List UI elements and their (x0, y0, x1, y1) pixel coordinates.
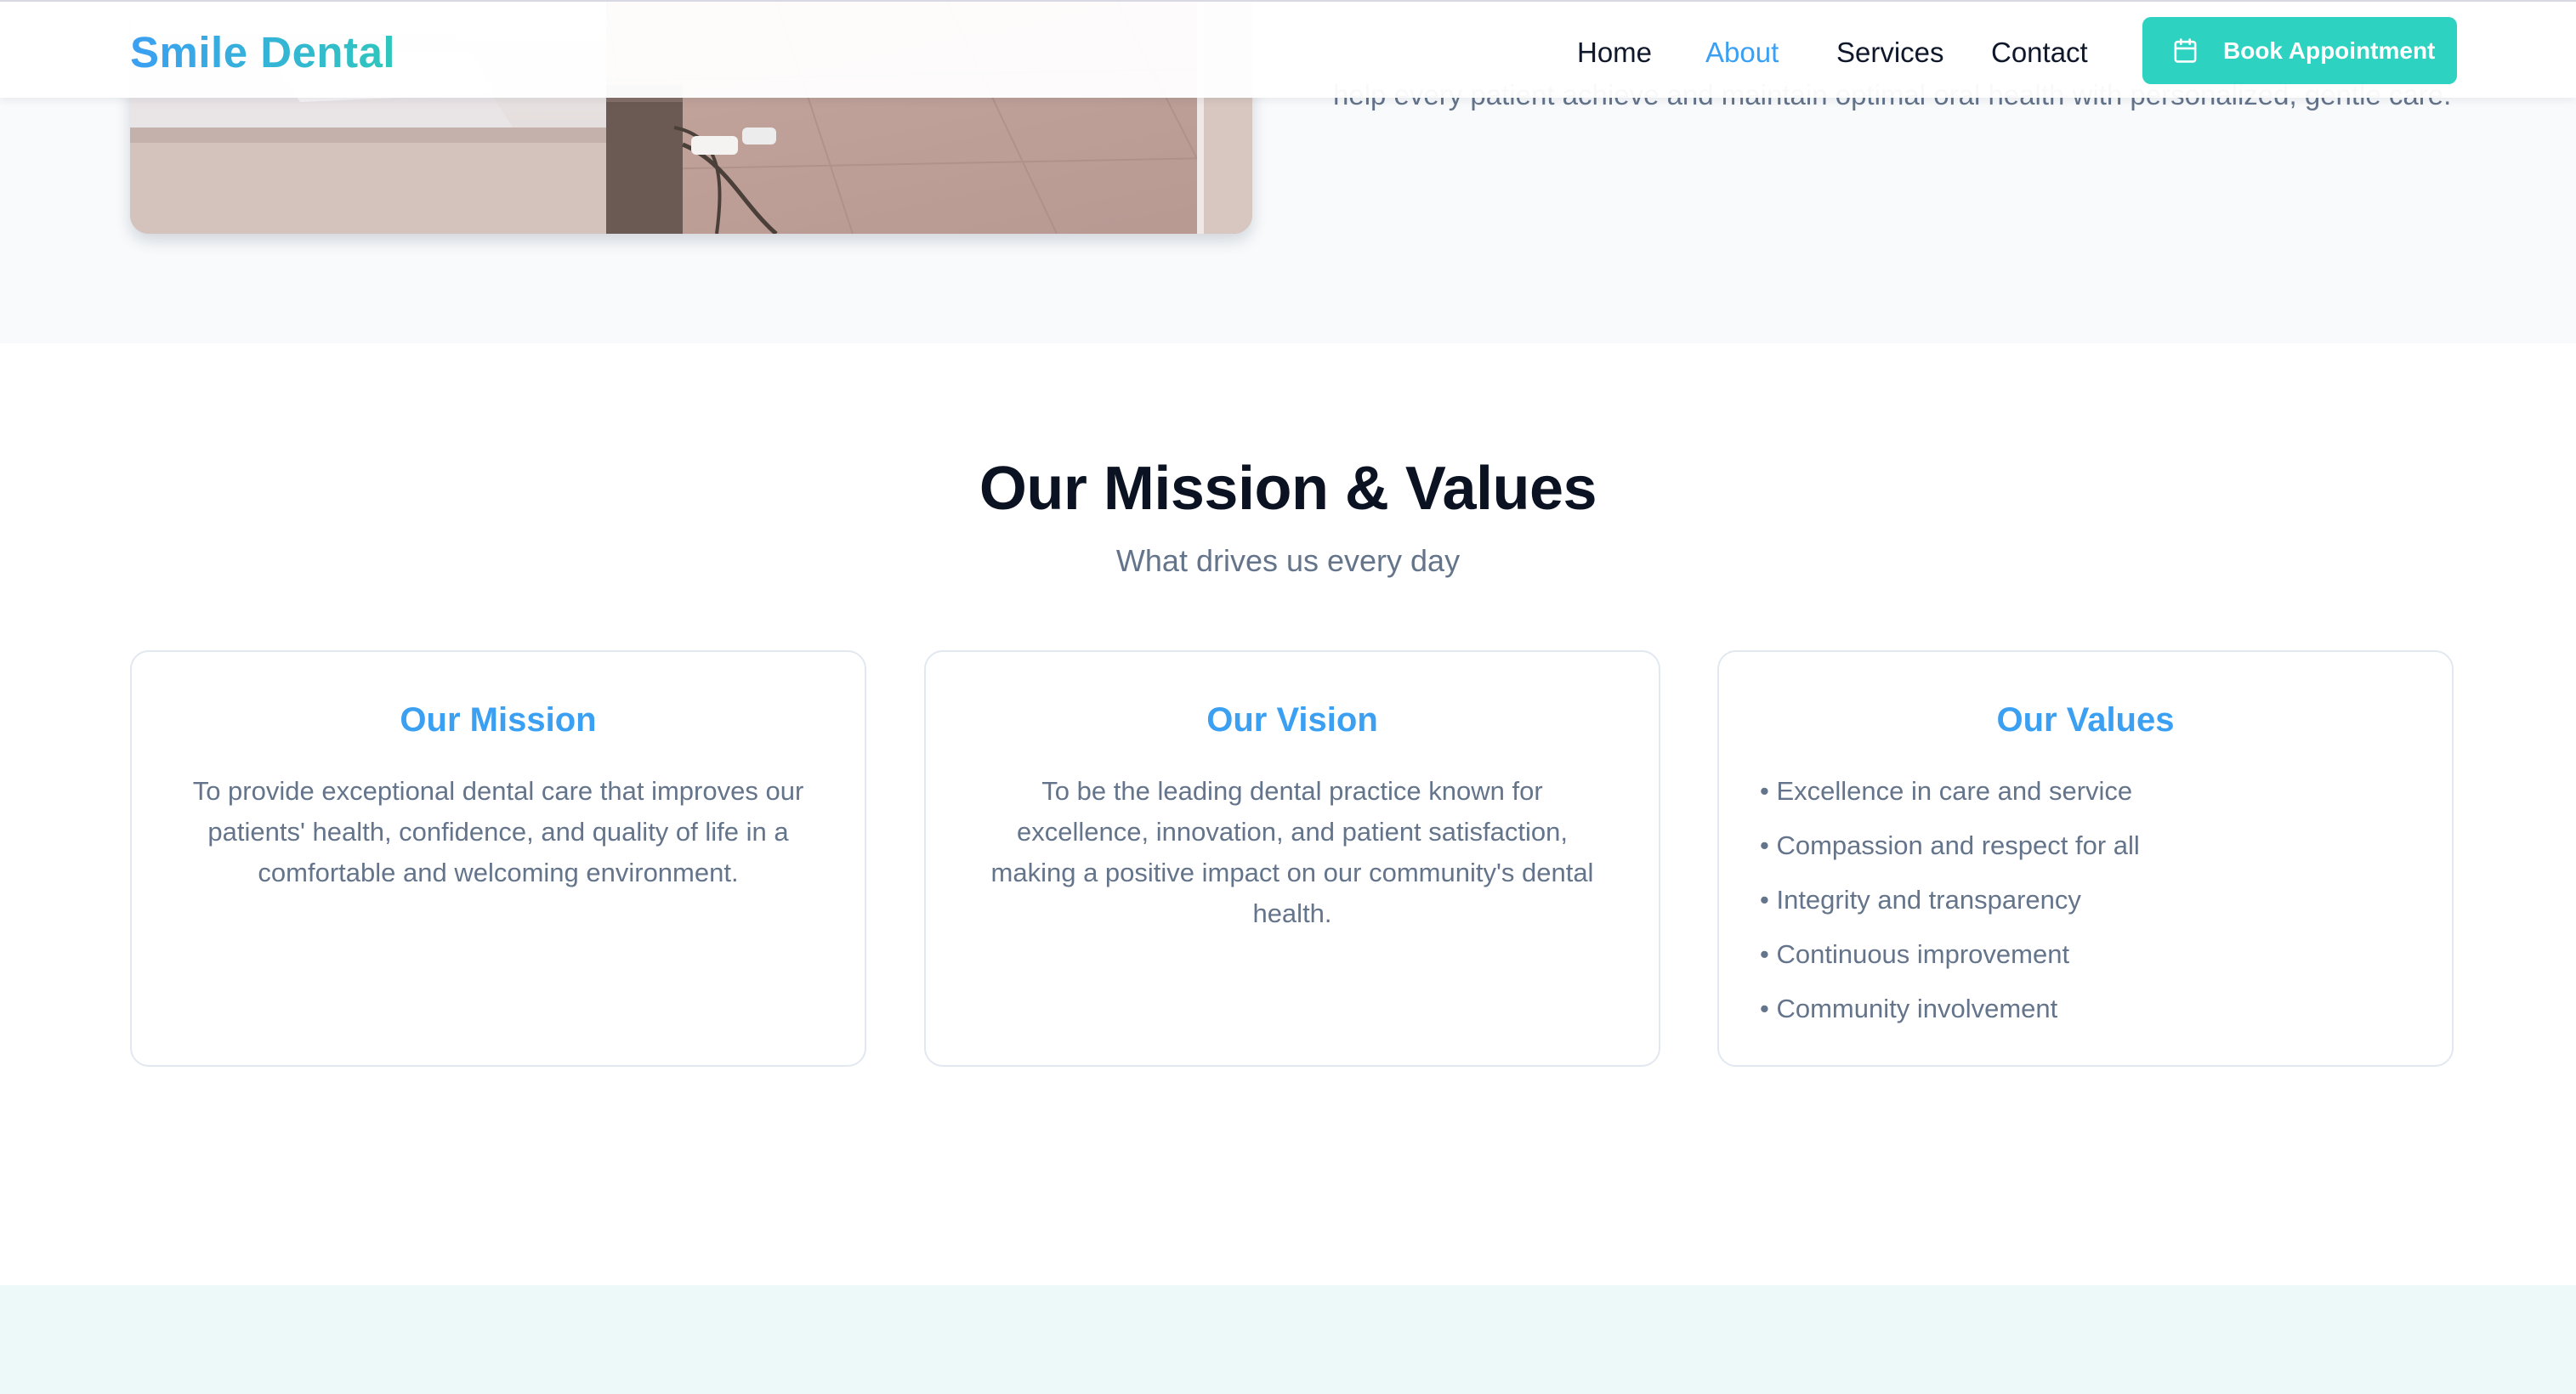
vision-card-title: Our Vision (1206, 701, 1378, 739)
calendar-icon (2172, 37, 2199, 64)
brand-logo[interactable]: Smile Dental (130, 27, 395, 78)
book-appointment-label: Book Appointment (2223, 37, 2436, 64)
nav-home[interactable]: Home (1577, 34, 1652, 71)
next-section-band (0, 1285, 2576, 1394)
values-list-item: • Integrity and transparency (1760, 885, 2081, 915)
values-list-item: • Community involvement (1760, 994, 2058, 1023)
values-card-title: Our Values (1996, 701, 2175, 739)
nav-about[interactable]: About (1705, 34, 1779, 71)
values-list-item: • Compassion and respect for all (1760, 830, 2140, 860)
values-list-item: • Excellence in care and service (1760, 776, 2133, 806)
mission-card: Our Mission To provide exceptional denta… (130, 650, 866, 1067)
mission-card-title: Our Mission (400, 701, 597, 739)
section-title: Our Mission & Values (979, 455, 1597, 523)
nav-services[interactable]: Services (1836, 34, 1944, 71)
section-subtitle: What drives us every day (1115, 543, 1461, 578)
book-appointment-button[interactable]: Book Appointment (2142, 17, 2457, 84)
values-list-item: • Continuous improvement (1760, 939, 2070, 969)
values-list: • Excellence in care and service • Compa… (1760, 771, 2140, 1043)
vision-card-body: To be the leading dental practice known … (990, 776, 1594, 928)
navbar: Smile Dental Home About Services Contact… (0, 0, 2576, 98)
values-card: Our Values • Excellence in care and serv… (1717, 650, 2454, 1067)
mission-card-body: To provide exceptional dental care that … (192, 776, 804, 887)
nav-contact[interactable]: Contact (1991, 34, 2088, 71)
vision-card: Our Vision To be the leading dental prac… (924, 650, 1660, 1067)
